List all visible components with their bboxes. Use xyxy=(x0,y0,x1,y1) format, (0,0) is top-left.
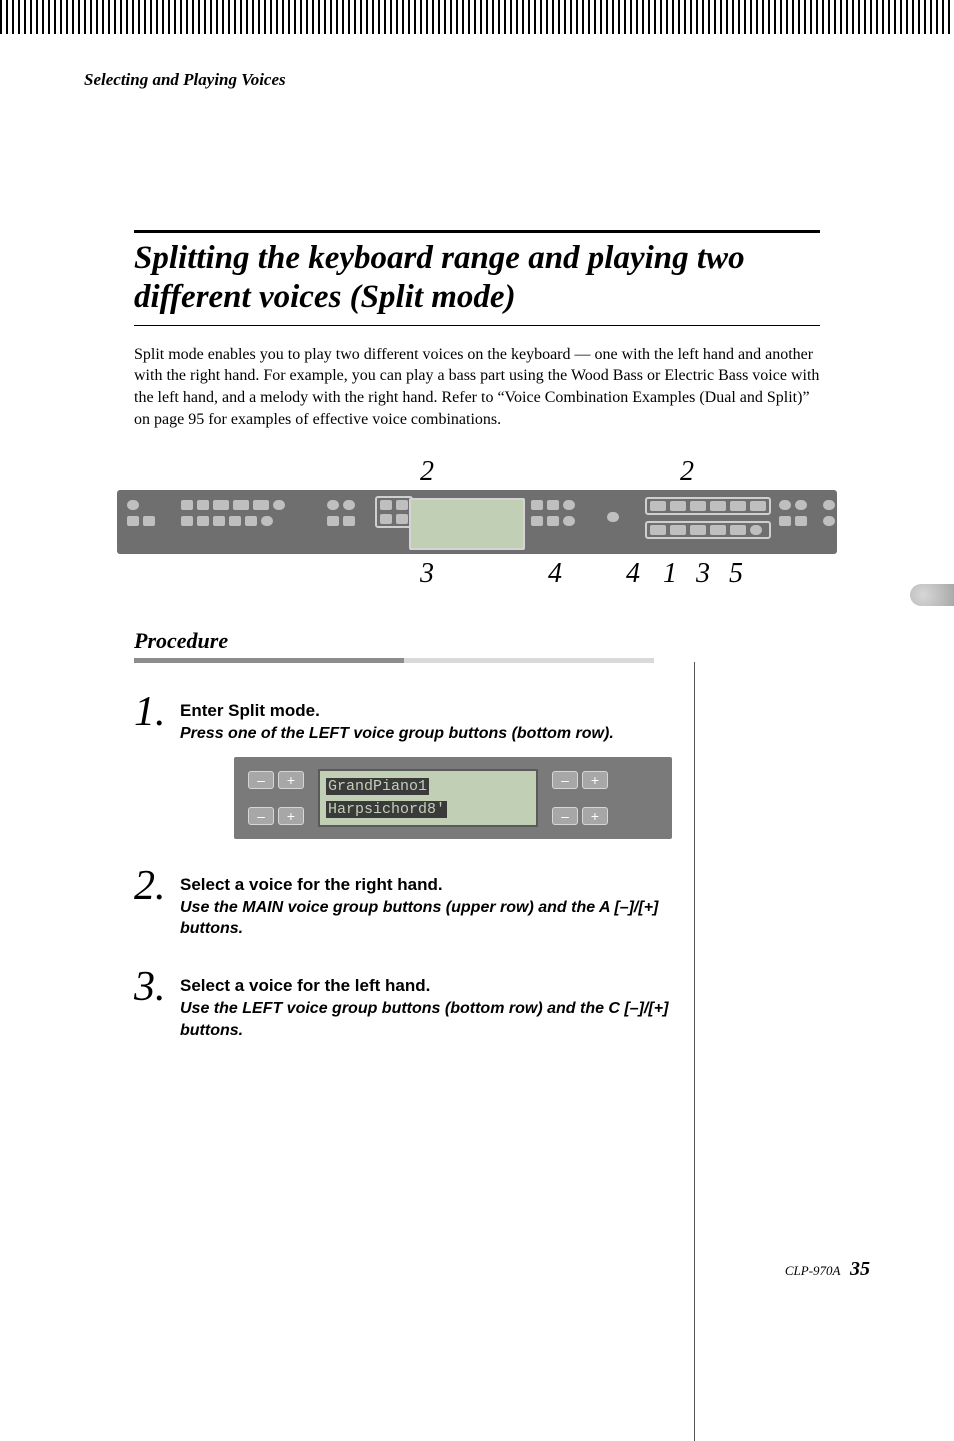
voice-button-grid xyxy=(645,497,771,539)
step-1: 1. Enter Split mode. Press one of the LE… xyxy=(134,691,694,839)
plus-button-c: + xyxy=(278,807,304,825)
plus-button-d: + xyxy=(582,807,608,825)
top-barcode-strip xyxy=(0,0,954,34)
plus-button-b: + xyxy=(582,771,608,789)
side-rule xyxy=(694,662,695,1441)
step-3-number: 3. xyxy=(134,966,180,1008)
section-title-block: Splitting the keyboard range and playing… xyxy=(134,230,820,326)
step-1-number: 1. xyxy=(134,691,180,733)
footer-model: CLP-970A xyxy=(785,1263,841,1278)
step-2-number: 2. xyxy=(134,865,180,907)
minus-button-b: – xyxy=(552,771,578,789)
section-title: Splitting the keyboard range and playing… xyxy=(134,239,820,317)
plus-button-a: + xyxy=(278,771,304,789)
minus-button-c: – xyxy=(248,807,274,825)
callout-4b: 4 xyxy=(623,558,643,594)
procedure-rule xyxy=(134,658,820,663)
callout-2-right: 2 xyxy=(677,456,697,490)
step-3-sub: Use the LEFT voice group buttons (bottom… xyxy=(180,998,694,1041)
callout-row-top: 2 2 xyxy=(117,456,837,490)
lcd-screen: GrandPiano1 Harpsichord8' xyxy=(318,769,538,827)
callout-4a: 4 xyxy=(545,558,565,594)
step-2: 2. Select a voice for the right hand. Us… xyxy=(134,865,694,940)
step-1-head: Enter Split mode. xyxy=(180,701,694,721)
step-3: 3. Select a voice for the left hand. Use… xyxy=(134,966,694,1041)
lcd-illustration: – + – + GrandPiano1 Harpsichord8' xyxy=(234,757,672,839)
procedure-block: Procedure 1. Enter Split mode. Press one… xyxy=(134,628,820,1041)
minus-button-d: – xyxy=(552,807,578,825)
step-3-head: Select a voice for the left hand. xyxy=(180,976,694,996)
callout-135: 1 3 5 xyxy=(661,558,751,594)
lcd-line-2: Harpsichord8' xyxy=(326,801,447,818)
running-head: Selecting and Playing Voices xyxy=(84,70,870,90)
panel-screen xyxy=(409,498,525,550)
device-panel xyxy=(117,490,837,554)
footer-page-number: 35 xyxy=(850,1258,870,1280)
callout-row-bottom: 3 4 4 1 3 5 xyxy=(117,558,837,594)
minus-button-a: – xyxy=(248,771,274,789)
callout-2-left: 2 xyxy=(417,456,437,490)
lcd-line-1: GrandPiano1 xyxy=(326,778,429,795)
page-footer: CLP-970A 35 xyxy=(785,1258,870,1281)
step-2-sub: Use the MAIN voice group buttons (upper … xyxy=(180,897,694,940)
callout-3: 3 xyxy=(417,558,437,594)
panel-illustration: 2 2 xyxy=(117,456,837,594)
rule-bottom xyxy=(134,325,820,326)
step-1-sub: Press one of the LEFT voice group button… xyxy=(180,723,694,745)
procedure-title: Procedure xyxy=(134,628,820,654)
rule-top xyxy=(134,230,820,233)
step-2-head: Select a voice for the right hand. xyxy=(180,875,694,895)
thumb-tab xyxy=(910,584,954,606)
intro-paragraph: Split mode enables you to play two diffe… xyxy=(134,344,820,430)
